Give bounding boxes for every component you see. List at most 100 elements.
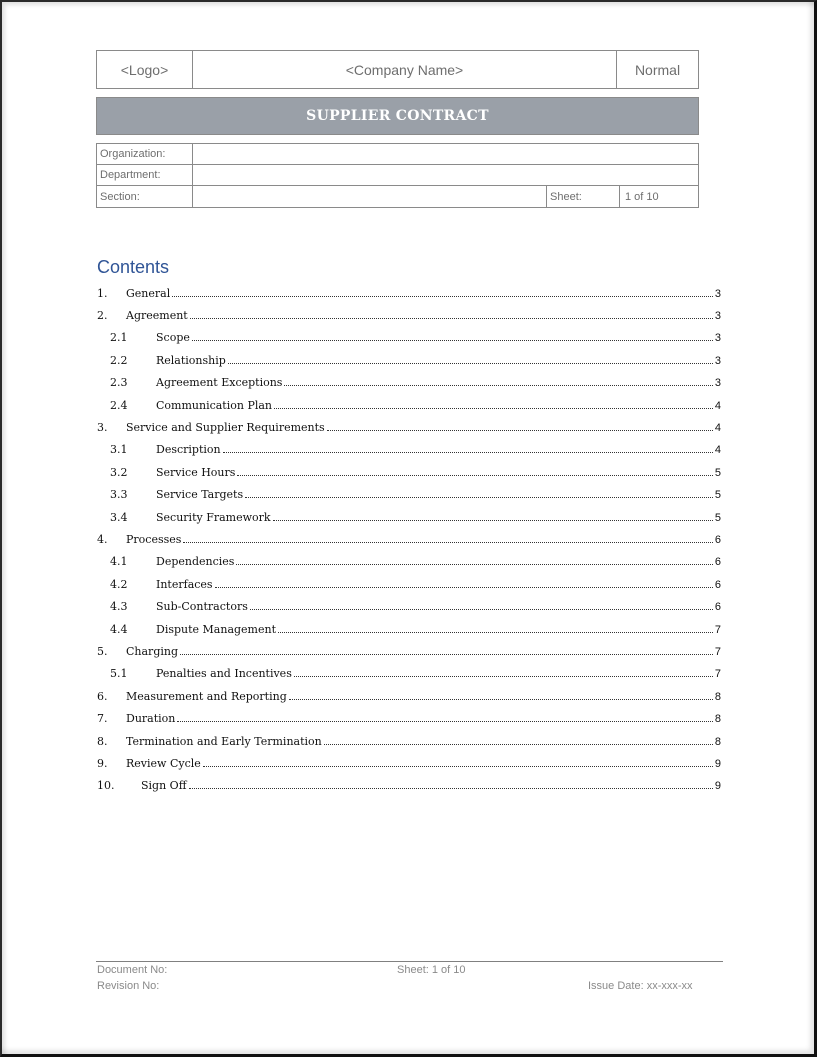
toc-entry-line: Service Hours 5 xyxy=(156,465,721,479)
toc-entry[interactable]: 6. Measurement and Reporting 8 xyxy=(97,685,721,707)
toc-entry[interactable]: 3.3 Service Targets 5 xyxy=(97,484,721,506)
toc-entry-title[interactable]: Interfaces xyxy=(156,577,215,591)
toc-entry-title[interactable]: Termination and Early Termination xyxy=(126,734,324,748)
toc-entry-number: 9. xyxy=(97,756,108,770)
toc-entry[interactable]: 7. Duration 8 xyxy=(97,707,721,729)
toc-dot-leader xyxy=(177,720,713,723)
document-status: Normal xyxy=(634,61,681,78)
toc-entry-page: 8 xyxy=(714,735,721,748)
toc-entry-title[interactable]: Agreement xyxy=(126,309,190,323)
toc-entry[interactable]: 2.1 Scope 3 xyxy=(97,327,721,349)
toc-entry-number: 4.4 xyxy=(110,622,128,636)
toc-entry-line: Agreement Exceptions 3 xyxy=(156,376,721,390)
toc-entry-title[interactable]: Relationship xyxy=(156,353,228,367)
toc-entry[interactable]: 3.1 Description 4 xyxy=(97,439,721,461)
toc-entry-title[interactable]: Processes xyxy=(126,532,184,546)
organization-label: Organization: xyxy=(97,144,193,164)
toc-entry-page: 6 xyxy=(714,601,721,614)
toc-dot-leader xyxy=(183,541,713,543)
toc-entry-number: 2.2 xyxy=(110,353,128,367)
toc-entry-title[interactable]: Communication Plan xyxy=(156,398,275,412)
toc-entry-line: Charging 7 xyxy=(126,644,721,658)
toc-entry-title[interactable]: Agreement Exceptions xyxy=(156,376,285,390)
section-value[interactable] xyxy=(193,186,546,207)
toc-dot-leader xyxy=(189,317,713,320)
toc-entry[interactable]: 4.3 Sub-Contractors 6 xyxy=(97,595,721,617)
toc-entry-number: 5. xyxy=(97,644,108,658)
toc-entry-title[interactable]: Security Framework xyxy=(156,510,273,524)
toc-entry-title[interactable]: Dispute Management xyxy=(156,622,278,636)
toc-entry-title[interactable]: Charging xyxy=(126,644,181,658)
toc-entry-number: 3.3 xyxy=(110,488,128,502)
toc-entry-title[interactable]: General xyxy=(126,286,173,300)
sheet-value: 1 of 10 xyxy=(619,186,698,207)
toc-entry[interactable]: 2.4 Communication Plan 4 xyxy=(97,394,721,416)
toc-entry-page: 5 xyxy=(714,466,721,479)
toc-entry[interactable]: 2.2 Relationship 3 xyxy=(97,349,721,371)
toc-entry-line: Service and Supplier Requirements 4 xyxy=(126,421,721,435)
toc-dot-leader xyxy=(288,698,713,700)
toc-entry-page: 8 xyxy=(714,713,721,726)
toc-entry-line: Scope 3 xyxy=(156,331,721,345)
toc-entry-title[interactable]: Duration xyxy=(126,712,178,726)
toc-entry[interactable]: 1. General 3 xyxy=(97,282,721,304)
toc-entry-page: 7 xyxy=(714,623,721,636)
toc-entry-number: 3.1 xyxy=(110,443,128,457)
toc-entry-line: Interfaces 6 xyxy=(156,577,721,591)
toc-entry-number: 8. xyxy=(97,734,108,748)
toc-entry-title[interactable]: Review Cycle xyxy=(126,756,203,770)
toc-entry[interactable]: 4.4 Dispute Management 7 xyxy=(97,618,721,640)
toc-entry-title[interactable]: Scope xyxy=(156,331,192,345)
toc-dot-leader xyxy=(245,496,713,499)
toc-entry-title[interactable]: Service Targets xyxy=(156,488,246,502)
toc-entry-title[interactable]: Measurement and Reporting xyxy=(126,689,289,703)
toc-entry[interactable]: 9. Review Cycle 9 xyxy=(97,752,721,774)
toc-dot-leader xyxy=(284,384,713,387)
toc-entry-page: 8 xyxy=(714,690,721,703)
toc-entry[interactable]: 5.1 Penalties and Incentives 7 xyxy=(97,663,721,685)
footer-divider xyxy=(96,961,723,962)
section-row: Section: Sheet: 1 of 10 xyxy=(97,186,698,207)
toc-entry-number: 2.3 xyxy=(110,376,128,390)
toc-dot-leader xyxy=(214,586,713,588)
toc-entry-line: Termination and Early Termination 8 xyxy=(126,734,721,748)
toc-dot-leader xyxy=(188,787,713,790)
toc-entry-line: General 3 xyxy=(126,286,721,300)
toc-entry[interactable]: 10. Sign Off 9 xyxy=(97,775,721,797)
toc-entry[interactable]: 5. Charging 7 xyxy=(97,640,721,662)
department-label: Department: xyxy=(97,165,193,185)
toc-entry-title[interactable]: Sign Off xyxy=(141,779,189,793)
toc-dot-leader xyxy=(326,429,713,432)
toc-entry[interactable]: 4.2 Interfaces 6 xyxy=(97,573,721,595)
organization-row: Organization: xyxy=(97,144,698,165)
toc-entry[interactable]: 3.2 Service Hours 5 xyxy=(97,461,721,483)
toc-entry-line: Measurement and Reporting 8 xyxy=(126,689,721,703)
department-value[interactable] xyxy=(193,165,698,185)
toc-entry-line: Security Framework 5 xyxy=(156,510,721,524)
toc-entry[interactable]: 4. Processes 6 xyxy=(97,528,721,550)
footer-document-no: Document No: xyxy=(97,964,168,976)
toc-entry-title[interactable]: Dependencies xyxy=(156,555,237,569)
toc-entry-title[interactable]: Penalties and Incentives xyxy=(156,667,294,681)
toc-entry-number: 3. xyxy=(97,421,108,435)
toc-entry[interactable]: 3.4 Security Framework 5 xyxy=(97,506,721,528)
toc-entry[interactable]: 2. Agreement 3 xyxy=(97,304,721,326)
toc-entry-title[interactable]: Service Hours xyxy=(156,465,238,479)
footer-sheet: Sheet: 1 of 10 xyxy=(397,964,466,976)
toc-entry[interactable]: 2.3 Agreement Exceptions 3 xyxy=(97,372,721,394)
footer-issue-date: Issue Date: xx-xxx-xx xyxy=(588,980,693,992)
organization-value[interactable] xyxy=(193,144,698,164)
toc-entry[interactable]: 3. Service and Supplier Requirements 4 xyxy=(97,416,721,438)
toc-dot-leader xyxy=(227,362,713,364)
company-name: <Company Name> xyxy=(193,51,617,88)
toc-entry[interactable]: 8. Termination and Early Termination 8 xyxy=(97,730,721,752)
toc-entry-line: Service Targets 5 xyxy=(156,488,721,502)
toc-entry[interactable]: 4.1 Dependencies 6 xyxy=(97,551,721,573)
toc-entry-line: Processes 6 xyxy=(126,532,721,546)
toc-entry-title[interactable]: Service and Supplier Requirements xyxy=(126,421,327,435)
toc-entry-title[interactable]: Sub-Contractors xyxy=(156,600,250,614)
toc-entry-page: 5 xyxy=(714,511,721,524)
toc-entry-title[interactable]: Description xyxy=(156,443,223,457)
toc-entry-page: 3 xyxy=(714,354,721,367)
document-info-table: Organization: Department: Section: Sheet… xyxy=(96,143,699,208)
